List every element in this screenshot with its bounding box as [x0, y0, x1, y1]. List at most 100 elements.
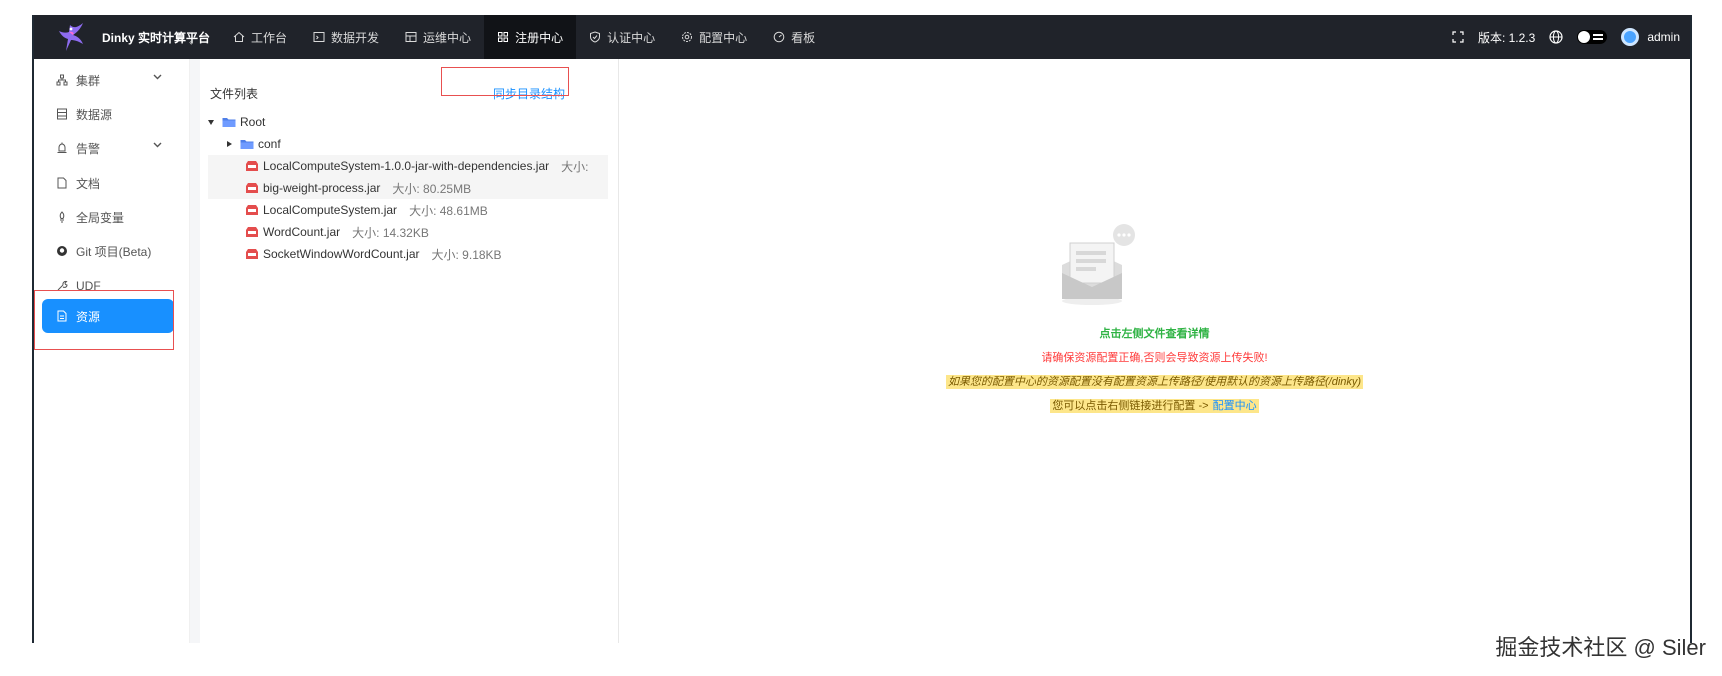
variable-icon — [59, 211, 65, 223]
file-name: SocketWindowWordCount.jar — [263, 247, 420, 261]
cluster-icon — [56, 74, 68, 86]
chevron-down-icon — [153, 74, 162, 80]
tree-file-row[interactable]: WordCount.jar 大小: 14.32KB — [208, 221, 608, 243]
nav-auth-center[interactable]: 认证中心 — [576, 15, 668, 59]
nav-data-dev[interactable]: 数据开发 — [300, 15, 392, 59]
sidebar-item-datasource[interactable]: 数据源 — [42, 97, 174, 131]
sidebar-item-cluster[interactable]: 集群 — [42, 63, 174, 97]
nav-label: 工作台 — [251, 30, 288, 45]
sidebar-item-global-vars[interactable]: 全局变量 — [42, 200, 174, 234]
collapse-sidebar-icon[interactable]: ‹ — [189, 37, 192, 48]
nav-label: 运维中心 — [423, 30, 472, 45]
jar-file-icon — [246, 183, 258, 193]
file-name: LocalComputeSystem.jar — [263, 203, 398, 217]
link-prefix: 您可以点击右侧链接进行配置 -> — [1050, 399, 1211, 413]
top-navbar: Dinky 实时计算平台 工作台 数据开发 运维中心 注册中心 认证中心 配置中… — [34, 15, 1690, 59]
nav-label: 注册中心 — [515, 30, 564, 45]
version-label: 版本: 1.2.3 — [1477, 30, 1536, 45]
note-text: 如果您的配置中心的资源配置没有配置资源上传路径/使用默认的资源上传路径(/din… — [945, 375, 1364, 389]
jar-file-icon — [246, 249, 258, 259]
brand-title: Dinky 实时计算平台 — [102, 30, 211, 45]
tree-node-label: Root — [240, 115, 266, 129]
sidebar-item-label: 文档 — [76, 176, 101, 191]
upload-path-note: 如果您的配置中心的资源配置没有配置资源上传路径/使用默认的资源上传路径(/din… — [619, 373, 1690, 389]
document-icon — [57, 177, 67, 189]
config-center-link[interactable]: 配置中心 — [1210, 399, 1259, 413]
nav-ops-center[interactable]: 运维中心 — [392, 15, 484, 59]
file-name: big-weight-process.jar — [263, 181, 381, 195]
monitor-icon — [405, 32, 417, 42]
tree-node-root[interactable]: Root — [208, 111, 608, 133]
user-name[interactable]: admin — [1647, 30, 1680, 44]
file-list-title: 文件列表 — [210, 87, 259, 101]
avatar[interactable] — [1621, 28, 1640, 46]
select-file-hint: 点击左侧文件查看详情 — [619, 325, 1690, 341]
file-size: 大小: 14.32KB — [352, 225, 429, 240]
main-nav: 工作台 数据开发 运维中心 注册中心 认证中心 配置中心 看板 — [220, 15, 828, 59]
nav-dashboard[interactable]: 看板 — [760, 15, 828, 59]
dashboard-icon — [773, 31, 785, 43]
sidebar-item-label: 数据源 — [76, 107, 113, 122]
globe-icon[interactable] — [1549, 30, 1563, 44]
nav-label: 认证中心 — [607, 30, 656, 45]
folder-icon — [240, 140, 254, 149]
nav-workbench[interactable]: 工作台 — [220, 15, 300, 59]
config-warning: 请确保资源配置正确,否则会导致资源上传失败! — [619, 349, 1690, 365]
toggle-knob — [1578, 31, 1591, 43]
nav-registry-center[interactable]: 注册中心 — [484, 15, 577, 59]
jar-file-icon — [246, 161, 258, 171]
sidebar: 集群 数据源 告警 文档 全局变量 Git 项目(Beta) UDF 资源 — [34, 59, 190, 643]
database-icon — [57, 108, 67, 120]
header-actions: 版本: 1.2.3 admin — [1438, 28, 1690, 46]
detail-pane: 点击左侧文件查看详情 请确保资源配置正确,否则会导致资源上传失败! 如果您的配置… — [619, 59, 1690, 643]
shield-icon — [590, 31, 601, 43]
tree-file-row[interactable]: SocketWindowWordCount.jar 大小: 9.18KB — [208, 243, 608, 265]
nav-label: 数据开发 — [331, 30, 380, 45]
theme-toggle[interactable] — [1577, 30, 1608, 44]
fullscreen-icon[interactable] — [1452, 31, 1464, 43]
warning-text: 请确保资源配置正确,否则会导致资源上传失败! — [1041, 352, 1268, 364]
app-window: Dinky 实时计算平台 工作台 数据开发 运维中心 注册中心 认证中心 配置中… — [32, 15, 1692, 643]
caret-right-icon[interactable] — [227, 141, 232, 147]
tree-file-row[interactable]: LocalComputeSystem-1.0.0-jar-with-depend… — [208, 155, 608, 177]
sidebar-gutter — [190, 59, 200, 643]
alert-icon — [57, 142, 67, 153]
sidebar-item-docs[interactable]: 文档 — [42, 166, 174, 200]
grid-icon — [498, 32, 509, 42]
nav-label: 看板 — [791, 30, 816, 45]
settings-icon — [682, 32, 693, 42]
menu-icon — [1593, 34, 1604, 40]
sidebar-item-label: 集群 — [76, 73, 101, 88]
tree-node-conf[interactable]: conf — [208, 133, 608, 155]
tree-node-label: conf — [258, 137, 281, 151]
highlight-sync-button — [441, 67, 569, 96]
config-link-line: 您可以点击右侧链接进行配置 -> 配置中心 — [619, 397, 1690, 413]
home-icon — [233, 31, 245, 42]
jar-file-icon — [246, 227, 258, 237]
sidebar-item-label: 全局变量 — [76, 210, 125, 225]
chevron-down-icon — [153, 142, 162, 148]
github-icon — [57, 246, 67, 256]
file-size: 大小: 9.18KB — [431, 247, 502, 262]
watermark: 掘金技术社区 @ Siler — [1495, 635, 1706, 660]
sidebar-item-label: 告警 — [76, 141, 101, 156]
empty-state-illustration-icon — [1062, 224, 1135, 305]
highlight-resources-item — [34, 290, 174, 350]
sidebar-item-git-project[interactable]: Git 项目(Beta) — [42, 234, 174, 268]
file-size: 大小: — [561, 159, 589, 174]
file-size: 大小: 48.61MB — [409, 203, 488, 218]
dinky-logo-icon[interactable] — [50, 19, 92, 55]
file-panel: 文件列表 同步目录结构 Root conf LocalComputeSystem… — [200, 59, 619, 643]
sidebar-item-label: Git 项目(Beta) — [76, 244, 152, 259]
file-tree: Root conf LocalComputeSystem-1.0.0-jar-w… — [208, 111, 608, 265]
file-name: LocalComputeSystem-1.0.0-jar-with-depend… — [263, 159, 550, 173]
nav-config-center[interactable]: 配置中心 — [668, 15, 760, 59]
file-name: WordCount.jar — [263, 225, 341, 239]
caret-down-icon[interactable] — [208, 119, 214, 125]
sidebar-item-alert[interactable]: 告警 — [42, 131, 174, 165]
tree-file-row[interactable]: big-weight-process.jar 大小: 80.25MB — [208, 177, 608, 199]
folder-icon — [222, 118, 236, 127]
tree-file-row[interactable]: LocalComputeSystem.jar 大小: 48.61MB — [208, 199, 608, 221]
nav-label: 配置中心 — [699, 30, 748, 45]
jar-file-icon — [246, 205, 258, 215]
